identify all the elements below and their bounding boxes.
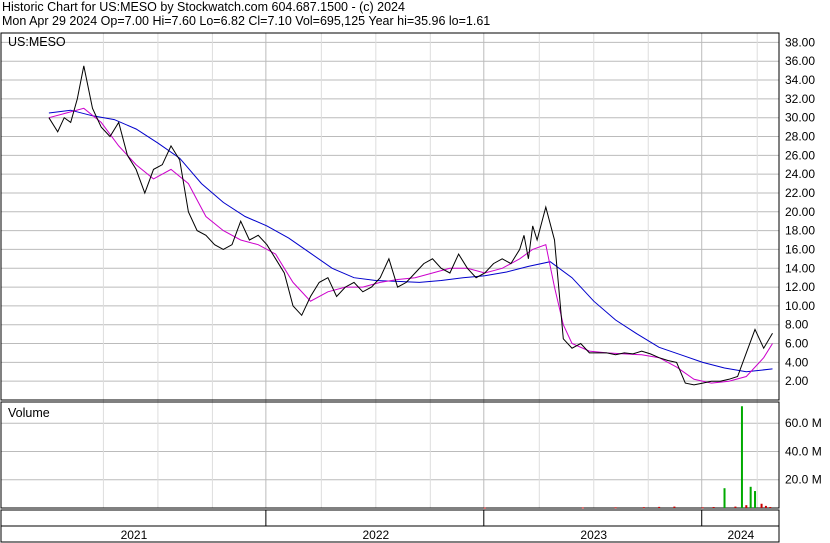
x-tick-label: 2021	[121, 528, 148, 542]
price-y-tick-label: 38.00	[785, 35, 815, 49]
price-y-tick-label: 32.00	[785, 92, 815, 106]
price-y-tick-label: 18.00	[785, 224, 815, 238]
volume-y-tick-label: 40.0 M	[785, 444, 822, 458]
x-tick-label: 2023	[580, 528, 607, 542]
volume-bar	[712, 507, 715, 509]
volume-bar	[701, 507, 704, 509]
price-volume-chart: US:MESO Volume 2.00 4.00 6.00 8.00 10.00 12.0…	[0, 32, 822, 543]
price-y-tick-label: 34.00	[785, 73, 815, 87]
volume-bar	[483, 507, 486, 509]
price-panel-frame	[0, 32, 780, 401]
volume-bar	[769, 507, 772, 509]
price-y-tick-label: 10.00	[785, 299, 815, 313]
volume-bar	[658, 506, 661, 508]
volume-bar	[749, 486, 752, 508]
volume-bar	[581, 507, 584, 509]
volume-bar	[614, 507, 617, 509]
volume-bar	[754, 491, 757, 508]
x-grid	[102, 33, 758, 526]
price-y-tick-label: 28.00	[785, 130, 815, 144]
price-y-tick-label: 20.00	[785, 205, 815, 219]
volume-y-ticks: 20.0 M 40.0 M 60.0 M	[785, 416, 822, 487]
volume-bar	[734, 506, 737, 508]
volume-bar	[764, 505, 767, 508]
volume-bars	[483, 406, 772, 509]
volume-panel-frame	[0, 401, 780, 509]
price-y-tick-label: 30.00	[785, 111, 815, 125]
volume-y-tick-label: 20.0 M	[785, 473, 822, 487]
volume-bar	[745, 505, 748, 508]
price-y-tick-label: 14.00	[785, 261, 815, 275]
volume-bar	[673, 506, 676, 508]
x-tick-label: 2022	[362, 528, 389, 542]
price-y-tick-label: 6.00	[785, 337, 809, 351]
price-panel-label: US:MESO	[8, 35, 66, 49]
price-y-tick-label: 26.00	[785, 148, 815, 162]
volume-bar	[723, 488, 726, 508]
price-y-ticks: 2.00 4.00 6.00 8.00 10.00 12.00 14.00 16.00 18.0…	[785, 35, 815, 388]
price-y-tick-label: 24.00	[785, 167, 815, 181]
price-y-tick-label: 36.00	[785, 54, 815, 68]
volume-panel-label: Volume	[8, 406, 50, 420]
x-tick-label: 2024	[728, 528, 755, 542]
price-y-tick-label: 16.00	[785, 242, 815, 256]
price-y-tick-label: 12.00	[785, 280, 815, 294]
price-grid	[1, 41, 779, 382]
volume-bar	[642, 507, 645, 509]
volume-grid	[1, 422, 779, 481]
price-y-tick-label: 22.00	[785, 186, 815, 200]
price-y-tick-label: 8.00	[785, 318, 809, 332]
x-tick-labels: 2021 2022 2023 2024	[121, 528, 755, 542]
volume-bar	[760, 503, 763, 508]
price-y-tick-label: 4.00	[785, 355, 809, 369]
volume-bar	[740, 406, 743, 508]
price-y-tick-label: 2.00	[785, 374, 809, 388]
volume-y-tick-label: 60.0 M	[785, 416, 822, 430]
